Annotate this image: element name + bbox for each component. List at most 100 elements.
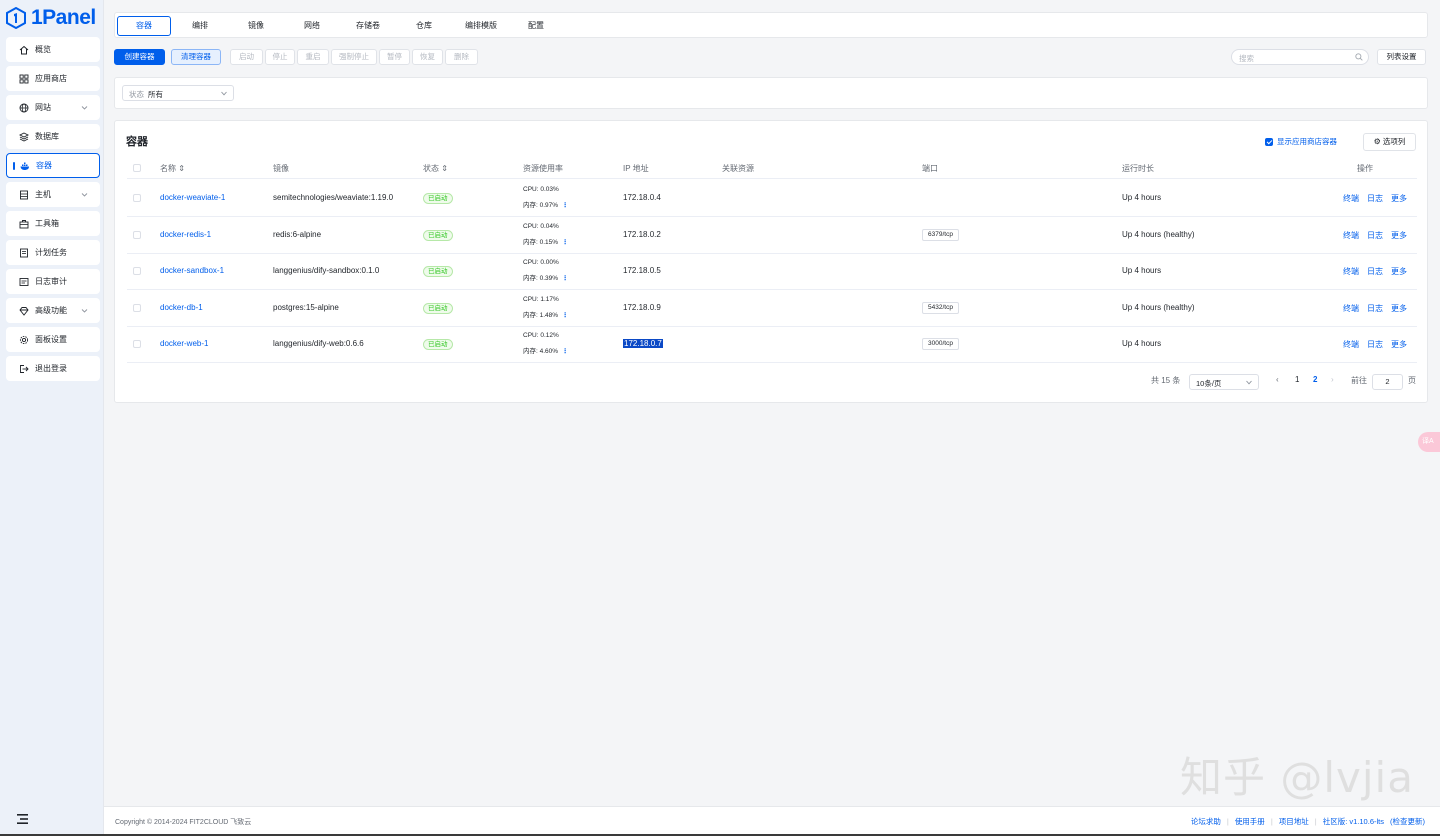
- terminal-button[interactable]: 终端: [1343, 266, 1359, 277]
- batch-action-button-0[interactable]: 启动: [230, 49, 263, 65]
- logo[interactable]: 1Panel: [6, 6, 96, 30]
- batch-action-button-4[interactable]: 暂停: [379, 49, 410, 65]
- tab-3[interactable]: 网络: [284, 16, 340, 36]
- logo-icon: [6, 7, 26, 29]
- container-name-link[interactable]: docker-sandbox-1: [160, 266, 224, 275]
- project-link[interactable]: 项目地址: [1279, 816, 1309, 827]
- tab-7[interactable]: 配置: [510, 16, 562, 36]
- mem-usage: 内存: 1.48%: [523, 311, 559, 319]
- row-checkbox[interactable]: [133, 267, 141, 275]
- log-button[interactable]: 日志: [1367, 303, 1383, 314]
- collapse-menu-icon[interactable]: [17, 814, 28, 824]
- more-button[interactable]: 更多: [1391, 230, 1407, 241]
- sidebar-item-7[interactable]: 计划任务: [6, 240, 100, 265]
- page-2[interactable]: 2: [1313, 375, 1317, 384]
- log-button[interactable]: 日志: [1367, 339, 1383, 350]
- log-button[interactable]: 日志: [1367, 230, 1383, 241]
- container-ip: 172.18.0.5: [623, 266, 661, 275]
- more-button[interactable]: 更多: [1391, 266, 1407, 277]
- tab-0[interactable]: 容器: [117, 16, 171, 36]
- sidebar-item-11[interactable]: 退出登录: [6, 356, 100, 381]
- column-options-button[interactable]: ⚙ 选项列: [1363, 133, 1416, 151]
- logo-text: 1Panel: [31, 6, 96, 29]
- select-all-checkbox[interactable]: [133, 164, 141, 172]
- more-button[interactable]: 更多: [1391, 303, 1407, 314]
- container-uptime: Up 4 hours: [1122, 193, 1162, 202]
- row-checkbox[interactable]: [133, 194, 141, 202]
- sidebar-item-2[interactable]: 网站: [6, 95, 100, 120]
- sidebar-item-3[interactable]: 数据库: [6, 124, 100, 149]
- batch-action-button-5[interactable]: 恢复: [412, 49, 443, 65]
- batch-action-button-3[interactable]: 强制停止: [331, 49, 377, 65]
- gear-icon: [19, 335, 29, 344]
- more-dots-icon[interactable]: ⋮: [562, 312, 569, 319]
- create-container-button[interactable]: 创建容器: [114, 49, 165, 65]
- tab-5[interactable]: 仓库: [396, 16, 452, 36]
- translate-float-button[interactable]: 译A: [1418, 432, 1440, 452]
- sidebar-item-1[interactable]: 应用商店: [6, 66, 100, 91]
- batch-action-button-1[interactable]: 停止: [265, 49, 295, 65]
- tab-2[interactable]: 镜像: [228, 16, 284, 36]
- container-image: semitechnologies/weaviate:1.19.0: [273, 193, 394, 202]
- sidebar-item-5[interactable]: 主机: [6, 182, 100, 207]
- row-checkbox[interactable]: [133, 303, 141, 312]
- log-button[interactable]: 日志: [1367, 193, 1383, 204]
- terminal-button[interactable]: 终端: [1343, 303, 1359, 314]
- next-page-icon[interactable]: ›: [1331, 375, 1334, 384]
- goto-label: 前往: [1351, 376, 1367, 385]
- check-update-link[interactable]: (检查更新): [1390, 816, 1425, 827]
- terminal-button[interactable]: 终端: [1343, 230, 1359, 241]
- container-name-link[interactable]: docker-db-1: [160, 303, 203, 312]
- search-input[interactable]: 搜索: [1231, 49, 1369, 65]
- container-name-link[interactable]: docker-web-1: [160, 339, 208, 348]
- sidebar-nav: 概览应用商店网站数据库容器主机工具箱计划任务日志审计高级功能面板设置退出登录: [6, 37, 100, 385]
- prev-page-icon[interactable]: ‹: [1276, 375, 1279, 384]
- row-checkbox[interactable]: [133, 230, 141, 239]
- cpu-usage: CPU: 0.12%: [523, 332, 559, 339]
- sidebar-item-6[interactable]: 工具箱: [6, 211, 100, 236]
- sidebar-item-9[interactable]: 高级功能: [6, 298, 100, 323]
- container-name-link[interactable]: docker-weaviate-1: [160, 193, 225, 202]
- forum-link[interactable]: 论坛求助: [1191, 816, 1221, 827]
- tab-4[interactable]: 存储卷: [340, 16, 396, 36]
- row-operations: 终端 日志 更多: [1343, 303, 1407, 314]
- show-app-containers-checkbox[interactable]: 显示应用商店容器: [1265, 136, 1337, 147]
- col-status[interactable]: 状态 ⇕: [423, 163, 448, 174]
- chevron-down-icon: [81, 309, 88, 313]
- goto-page-input[interactable]: 2: [1372, 374, 1403, 390]
- sidebar-item-4[interactable]: 容器: [6, 153, 100, 178]
- sidebar-item-8[interactable]: 日志审计: [6, 269, 100, 294]
- search-icon[interactable]: [1355, 53, 1363, 61]
- list-settings-button[interactable]: 列表设置: [1377, 49, 1426, 65]
- status-filter-select[interactable]: 状态 所有: [122, 85, 234, 101]
- more-dots-icon[interactable]: ⋮: [562, 348, 569, 355]
- terminal-button[interactable]: 终端: [1343, 339, 1359, 350]
- col-name[interactable]: 名称 ⇕: [160, 163, 185, 174]
- page-size-select[interactable]: 10条/页: [1189, 374, 1259, 390]
- log-button[interactable]: 日志: [1367, 266, 1383, 277]
- tab-6[interactable]: 编排模版: [452, 16, 510, 36]
- layers-icon: [19, 131, 29, 142]
- manual-link[interactable]: 使用手册: [1235, 816, 1265, 827]
- batch-action-button-6[interactable]: 删除: [445, 49, 478, 65]
- logout-icon: [20, 364, 29, 373]
- container-name-link[interactable]: docker-redis-1: [160, 230, 211, 239]
- status-badge: 已启动: [423, 266, 453, 277]
- more-button[interactable]: 更多: [1391, 339, 1407, 350]
- footer: Copyright © 2014-2024 FIT2CLOUD 飞致云 论坛求助…: [104, 806, 1440, 834]
- page-1[interactable]: 1: [1295, 375, 1299, 384]
- more-dots-icon[interactable]: ⋮: [562, 239, 569, 246]
- clean-container-button[interactable]: 清理容器: [171, 49, 221, 65]
- batch-action-button-2[interactable]: 重启: [297, 49, 329, 65]
- row-checkbox[interactable]: [133, 340, 141, 348]
- terminal-button[interactable]: 终端: [1343, 193, 1359, 204]
- col-port: 端口: [922, 164, 938, 173]
- more-button[interactable]: 更多: [1391, 193, 1407, 204]
- toolbox-icon: [19, 219, 29, 228]
- sidebar-item-0[interactable]: 概览: [6, 37, 100, 62]
- sidebar-item-10[interactable]: 面板设置: [6, 327, 100, 352]
- more-dots-icon[interactable]: ⋮: [562, 275, 569, 282]
- sidebar: 1Panel 概览应用商店网站数据库容器主机工具箱计划任务日志审计高级功能面板设…: [0, 0, 104, 836]
- tab-1[interactable]: 编排: [172, 16, 228, 36]
- more-dots-icon[interactable]: ⋮: [562, 202, 569, 209]
